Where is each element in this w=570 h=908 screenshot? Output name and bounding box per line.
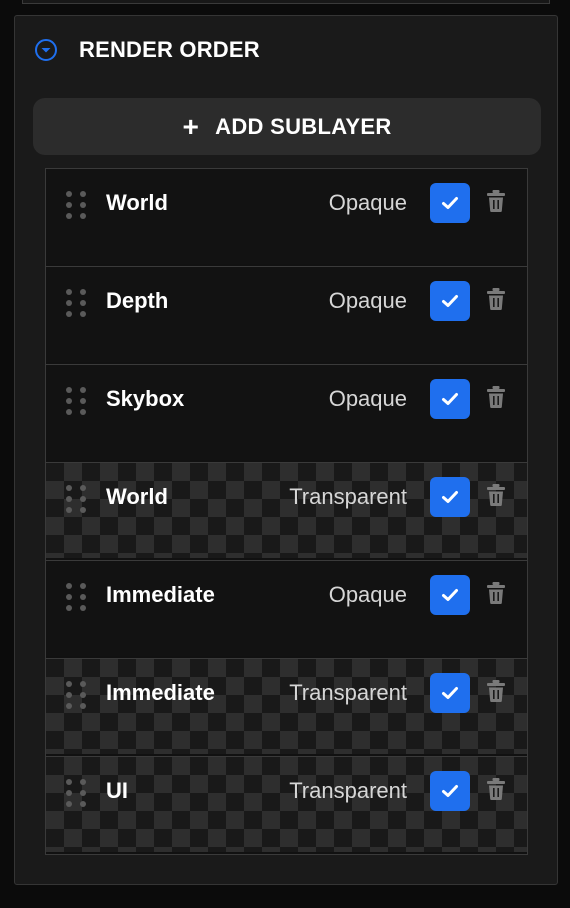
trash-icon[interactable] bbox=[484, 580, 508, 606]
sublayer-name: UI bbox=[106, 778, 128, 803]
sublayer-mode: Transparent bbox=[289, 778, 407, 803]
trash-icon[interactable] bbox=[484, 286, 508, 312]
checkmark-icon bbox=[442, 785, 458, 797]
sublayer-mode: Transparent bbox=[289, 680, 407, 705]
enabled-checkbox[interactable] bbox=[430, 771, 470, 811]
sublayer-row[interactable]: Depth Opaque bbox=[46, 266, 527, 362]
render-order-panel: RENDER ORDER + ADD SUBLAYER World Opaque D… bbox=[14, 15, 558, 885]
trash-icon[interactable] bbox=[484, 776, 508, 802]
trash-icon[interactable] bbox=[484, 384, 508, 410]
drag-handle-icon[interactable] bbox=[66, 583, 88, 611]
trash-icon[interactable] bbox=[484, 678, 508, 704]
sublayer-list: World Opaque Depth Opaque Skybox Opaque World T… bbox=[45, 168, 528, 855]
sublayer-name: World bbox=[106, 484, 168, 509]
sublayer-mode: Opaque bbox=[328, 582, 407, 607]
section-title: RENDER ORDER bbox=[79, 37, 260, 62]
drag-handle-icon[interactable] bbox=[66, 485, 88, 513]
enabled-checkbox[interactable] bbox=[430, 379, 470, 419]
checkmark-icon bbox=[442, 393, 458, 405]
drag-handle-icon[interactable] bbox=[66, 289, 88, 317]
checkmark-icon bbox=[442, 491, 458, 503]
sublayer-row[interactable]: Skybox Opaque bbox=[46, 364, 527, 460]
drag-handle-icon[interactable] bbox=[66, 681, 88, 709]
sublayer-mode: Opaque bbox=[328, 386, 407, 411]
sublayer-row[interactable]: World Opaque bbox=[46, 168, 527, 264]
sublayer-name: World bbox=[106, 190, 168, 215]
section-header[interactable]: RENDER ORDER bbox=[33, 34, 260, 66]
enabled-checkbox[interactable] bbox=[430, 281, 470, 321]
checkmark-icon bbox=[442, 589, 458, 601]
chevron-down-circle-icon[interactable] bbox=[33, 37, 59, 63]
sublayer-row[interactable]: Immediate Opaque bbox=[46, 560, 527, 656]
trash-icon[interactable] bbox=[484, 482, 508, 508]
enabled-checkbox[interactable] bbox=[430, 575, 470, 615]
checkmark-icon bbox=[442, 687, 458, 699]
drag-handle-icon[interactable] bbox=[66, 191, 88, 219]
previous-panel-edge bbox=[22, 0, 550, 4]
enabled-checkbox[interactable] bbox=[430, 673, 470, 713]
sublayer-mode: Opaque bbox=[328, 190, 407, 215]
add-sublayer-button[interactable]: + ADD SUBLAYER bbox=[33, 98, 541, 155]
sublayer-mode: Opaque bbox=[328, 288, 407, 313]
trash-icon[interactable] bbox=[484, 188, 508, 214]
sublayer-row[interactable]: Immediate Transparent bbox=[46, 658, 527, 754]
sublayer-row[interactable]: UI Transparent bbox=[46, 756, 527, 852]
plus-icon: + bbox=[182, 110, 200, 142]
drag-handle-icon[interactable] bbox=[66, 779, 88, 807]
add-sublayer-label: ADD SUBLAYER bbox=[215, 113, 392, 139]
checkmark-icon bbox=[442, 295, 458, 307]
sublayer-name: Depth bbox=[106, 288, 169, 313]
sublayer-name: Skybox bbox=[106, 386, 185, 411]
enabled-checkbox[interactable] bbox=[430, 477, 470, 517]
drag-handle-icon[interactable] bbox=[66, 387, 88, 415]
sublayer-name: Immediate bbox=[106, 582, 215, 607]
sublayer-row[interactable]: World Transparent bbox=[46, 462, 527, 558]
enabled-checkbox[interactable] bbox=[430, 183, 470, 223]
sublayer-mode: Transparent bbox=[289, 484, 407, 509]
checkmark-icon bbox=[442, 197, 458, 209]
sublayer-name: Immediate bbox=[106, 680, 215, 705]
